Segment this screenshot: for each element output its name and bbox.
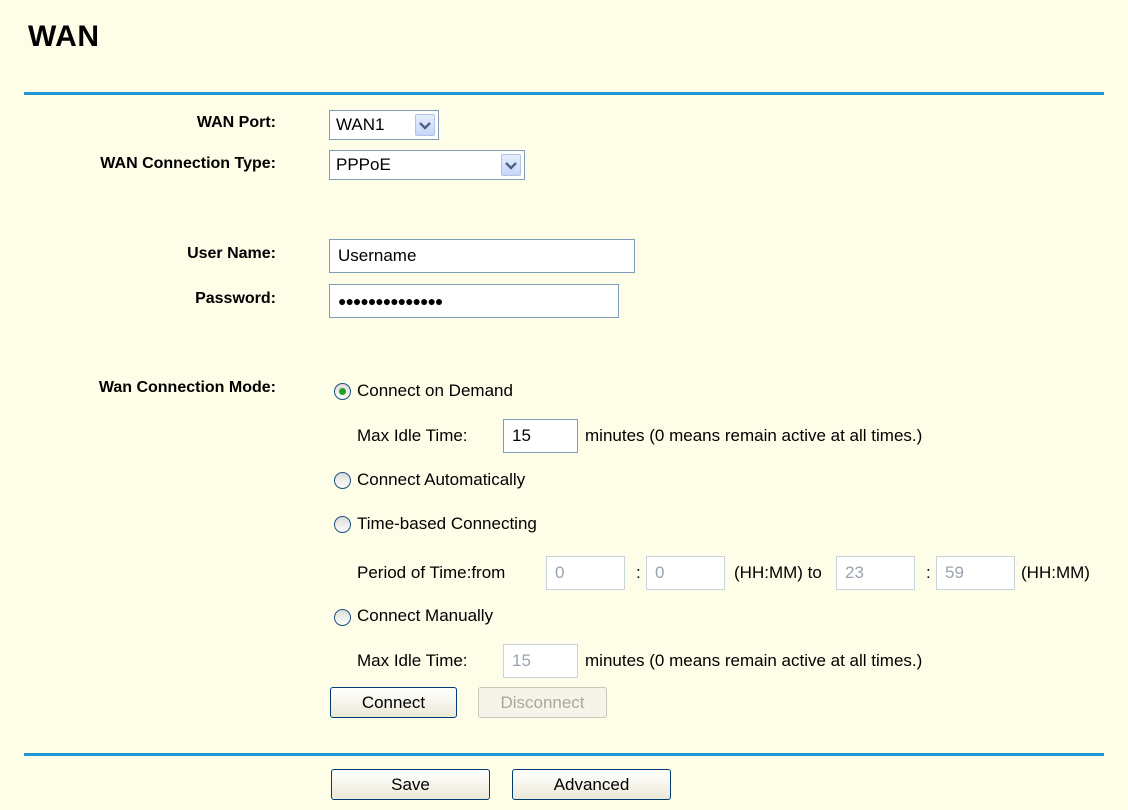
max-idle-label: Max Idle Time: xyxy=(357,426,468,445)
radio-connect-on-demand[interactable] xyxy=(334,383,351,400)
max-idle-input[interactable]: 15 xyxy=(503,419,578,453)
username-value: Username xyxy=(338,246,417,265)
connection-type-value: PPPoE xyxy=(336,155,391,174)
from-minute-input[interactable]: 0 xyxy=(646,556,725,590)
to-minute-input[interactable]: 59 xyxy=(936,556,1015,590)
radio-connect-automatically[interactable] xyxy=(334,472,351,489)
wan-port-select[interactable]: WAN1 xyxy=(329,110,439,140)
from-colon: : xyxy=(636,563,641,582)
advanced-button[interactable]: Advanced xyxy=(512,769,671,800)
wan-port-value: WAN1 xyxy=(336,115,385,134)
from-minute-value: 0 xyxy=(655,563,665,582)
to-hour-input[interactable]: 23 xyxy=(836,556,915,590)
connect-on-demand-label: Connect on Demand xyxy=(357,381,513,400)
to-hour-value: 23 xyxy=(845,563,864,582)
time-based-label: Time-based Connecting xyxy=(357,514,537,533)
password-label: Password: xyxy=(195,290,276,307)
username-label: User Name: xyxy=(187,245,276,262)
period-label: Period of Time:from xyxy=(357,563,506,582)
bottom-divider xyxy=(24,753,1104,756)
chevron-down-icon[interactable] xyxy=(501,154,521,176)
connection-type-select[interactable]: PPPoE xyxy=(329,150,525,180)
from-hour-value: 0 xyxy=(555,563,565,582)
max-idle-value: 15 xyxy=(512,426,531,445)
hhmm-label: (HH:MM) xyxy=(1021,563,1090,582)
radio-connect-manually[interactable] xyxy=(334,609,351,626)
manual-max-idle-note: minutes (0 means remain active at all ti… xyxy=(585,651,923,670)
top-divider xyxy=(24,92,1104,95)
connection-type-label: WAN Connection Type: xyxy=(100,155,276,172)
manual-max-idle-label: Max Idle Time: xyxy=(357,651,468,670)
manual-max-idle-input[interactable]: 15 xyxy=(503,644,578,678)
disconnect-button[interactable]: Disconnect xyxy=(478,687,607,718)
max-idle-note: minutes (0 means remain active at all ti… xyxy=(585,426,923,445)
connection-mode-label: Wan Connection Mode: xyxy=(98,379,276,396)
radio-time-based[interactable] xyxy=(334,516,351,533)
page-title: WAN xyxy=(28,20,100,53)
connect-button[interactable]: Connect xyxy=(330,687,457,718)
connect-manually-label: Connect Manually xyxy=(357,606,494,625)
password-mask: ●●●●●●●●●●●●●● xyxy=(338,293,443,309)
connect-automatically-label: Connect Automatically xyxy=(357,470,526,489)
password-input[interactable]: ●●●●●●●●●●●●●● xyxy=(329,284,619,318)
chevron-down-icon[interactable] xyxy=(415,114,435,136)
save-button[interactable]: Save xyxy=(331,769,490,800)
username-input[interactable]: Username xyxy=(329,239,635,273)
manual-max-idle-value: 15 xyxy=(512,651,531,670)
from-hour-input[interactable]: 0 xyxy=(546,556,625,590)
hhmm-to-label: (HH:MM) to xyxy=(734,563,822,582)
to-colon: : xyxy=(926,563,931,582)
wan-port-label: WAN Port: xyxy=(196,114,276,131)
to-minute-value: 59 xyxy=(945,563,964,582)
